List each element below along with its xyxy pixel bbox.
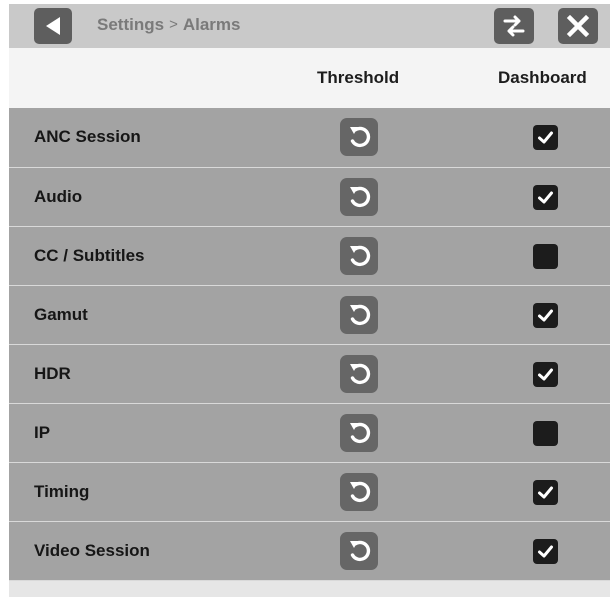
reset-arrow-icon [350, 540, 371, 562]
alarm-row: IP [9, 403, 610, 462]
reset-arrow-icon [350, 481, 371, 503]
reset-arrow-icon [350, 186, 371, 208]
swap-button[interactable] [494, 8, 534, 44]
alarm-row: Video Session [9, 521, 610, 580]
alarm-row: Timing [9, 462, 610, 521]
dashboard-checkbox[interactable] [533, 303, 558, 328]
checkmark-icon [538, 545, 553, 558]
dashboard-checkbox[interactable] [533, 421, 558, 446]
alarm-label: HDR [34, 364, 71, 383]
checkmark-icon [538, 486, 553, 499]
alarm-list: ANC Session Audio CC / Subtitles Gamut HDR IP… [9, 108, 610, 580]
threshold-reset-button[interactable] [340, 355, 378, 393]
dashboard-checkbox[interactable] [533, 480, 558, 505]
reset-arrow-icon [350, 245, 371, 267]
alarm-row: Gamut [9, 285, 610, 344]
back-button[interactable] [34, 8, 72, 44]
checkmark-icon [538, 131, 553, 144]
triangle-left-icon [46, 17, 60, 35]
alarm-label: Timing [34, 482, 90, 501]
threshold-reset-button[interactable] [340, 178, 378, 216]
checkmark-icon [538, 368, 553, 381]
reset-arrow-icon [350, 304, 371, 326]
reset-arrow-icon [350, 126, 371, 148]
breadcrumb-separator: > [169, 16, 178, 33]
dashboard-checkbox[interactable] [533, 244, 558, 269]
reset-arrow-icon [350, 363, 371, 385]
checkmark-icon [538, 309, 553, 322]
alarm-row: HDR [9, 344, 610, 403]
dashboard-column-header: Dashboard [498, 68, 587, 87]
alarm-row: ANC Session [9, 108, 610, 167]
alarm-label: Audio [34, 187, 83, 206]
swap-arrows-icon [503, 15, 525, 37]
checkmark-icon [538, 191, 553, 204]
alarm-label: IP [34, 423, 51, 442]
alarm-label: Gamut [34, 305, 88, 324]
alarm-label: CC / Subtitles [34, 246, 145, 265]
threshold-reset-button[interactable] [340, 473, 378, 511]
dashboard-checkbox[interactable] [533, 539, 558, 564]
dashboard-checkbox[interactable] [533, 185, 558, 210]
close-button[interactable] [558, 8, 598, 44]
column-header: Threshold Dashboard [9, 48, 610, 108]
list-footer [9, 580, 610, 597]
threshold-column-header: Threshold [317, 68, 400, 87]
threshold-reset-button[interactable] [340, 118, 378, 156]
breadcrumb-parent[interactable]: Settings [97, 12, 164, 38]
threshold-reset-button[interactable] [340, 414, 378, 452]
breadcrumb: Settings > Alarms [97, 12, 240, 38]
title-bar: Settings > Alarms [9, 4, 610, 48]
alarm-label: Video Session [34, 541, 150, 560]
dashboard-checkbox[interactable] [533, 362, 558, 387]
alarm-row: Audio [9, 167, 610, 226]
breadcrumb-current: Alarms [182, 15, 241, 34]
dashboard-checkbox[interactable] [533, 125, 558, 150]
threshold-reset-button[interactable] [340, 237, 378, 275]
alarms-settings-panel: Settings > Alarms Threshold Dashboard AN… [9, 4, 610, 597]
threshold-reset-button[interactable] [340, 532, 378, 570]
reset-arrow-icon [350, 422, 371, 444]
alarm-label: ANC Session [34, 127, 141, 146]
close-x-icon [566, 14, 590, 38]
alarm-row: CC / Subtitles [9, 226, 610, 285]
threshold-reset-button[interactable] [340, 296, 378, 334]
